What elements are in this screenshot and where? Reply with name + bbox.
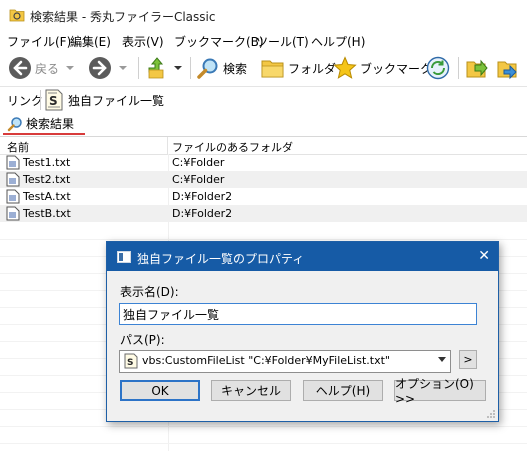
back-button[interactable]: 戻る [8,54,75,82]
copy-folder-icon [466,59,488,78]
file-folder: D:¥Folder2 [172,207,233,220]
table-row[interactable]: TestB.txt D:¥Folder2 [0,205,527,222]
ok-label: OK [151,383,169,398]
file-folder: D:¥Folder2 [172,190,233,203]
bookmark-label: ブックマーク [360,61,433,76]
file-folder: C:¥Folder [172,173,225,186]
options-label: オプション(O) >> [395,377,474,406]
sync-icon [426,56,450,80]
close-icon[interactable]: ✕ [478,248,490,264]
menu-bar: ファイル(F) 編集(E) 表示(V) ブックマーク(B) ツール(T) ヘルプ… [0,31,527,51]
file-folder: C:¥Folder [172,156,225,169]
chevron-down-icon [66,66,75,70]
options-button[interactable]: オプション(O) >> [394,377,486,406]
link-bar: リンク S 独自ファイル一覧 [0,86,527,113]
folder-button[interactable]: フォルダ [261,54,336,82]
svg-text:S: S [127,358,133,368]
toolbar-separator [458,57,459,79]
back-label: 戻る [35,61,60,76]
path-combobox[interactable]: S vbs:CustomFileList "C:¥Folder¥MyFileLi… [119,350,451,373]
help-label: ヘルプ(H) [315,384,371,398]
title-bar: 検索結果 - 秀丸ファイラーClassic [0,0,527,30]
up-folder-button[interactable] [146,54,183,82]
forward-button[interactable] [88,54,128,82]
bookmark-button[interactable]: ブックマーク [333,54,432,82]
link-bar-separator [40,90,41,110]
menu-view[interactable]: 表示(V) [122,33,164,50]
menu-tools[interactable]: ツール(T) [256,33,309,50]
menu-bookmark[interactable]: ブックマーク(B) [174,33,264,50]
star-icon [333,56,357,79]
table-row[interactable]: TestA.txt D:¥Folder2 [0,188,527,205]
display-name-value: 独自ファイル一覧 [123,308,220,322]
script-file-icon: S [45,89,63,111]
chevron-down-icon [119,66,127,70]
text-file-icon [6,155,20,170]
folder-icon [261,60,284,78]
svg-text:S: S [49,94,58,108]
search-label: 検索 [223,61,248,76]
back-arrow-icon [9,57,31,79]
copy-to-button[interactable] [465,54,489,82]
menu-edit[interactable]: 編集(E) [70,33,111,50]
table-row[interactable]: Test1.txt C:¥Folder [0,154,527,171]
chevron-down-icon[interactable] [438,357,446,362]
resize-grip-icon[interactable] [486,409,496,419]
tab-label: 検索結果 [26,117,75,131]
folder-label: フォルダ [288,61,337,76]
script-file-icon: S [124,353,138,369]
display-name-label: 表示名(D): [120,285,179,299]
cancel-label: キャンセル [220,384,281,398]
window-title: 検索結果 - 秀丸ファイラーClassic [30,10,216,24]
column-header-folder[interactable]: ファイルのあるフォルダ [172,139,293,155]
search-button[interactable]: 検索 [196,54,247,82]
forward-arrow-icon [89,57,111,79]
link-item-custom-file-list[interactable]: S 独自ファイル一覧 [44,88,164,112]
window-icon [117,251,131,263]
sync-button[interactable] [426,54,450,82]
help-button[interactable]: ヘルプ(H) [303,380,383,401]
file-name: TestB.txt [23,207,71,220]
list-header: 名前 ファイルのあるフォルダ [0,137,527,155]
link-bar-label: リンク [7,94,44,108]
chevron-down-icon [174,66,182,70]
path-value: vbs:CustomFileList "C:¥Folder¥MyFileList… [142,354,390,367]
column-header-name[interactable]: 名前 [7,139,29,155]
path-label: パス(P): [120,333,165,347]
dialog-title-bar[interactable]: 独自ファイル一覧のプロパティ ✕ [107,242,498,271]
move-to-button[interactable] [496,54,520,82]
search-icon [197,58,218,79]
toolbar-separator [190,57,191,79]
column-divider[interactable] [167,137,168,154]
link-item-label: 独自ファイル一覧 [68,93,165,108]
dialog-title: 独自ファイル一覧のプロパティ [137,252,305,266]
text-file-icon [6,172,20,187]
move-folder-icon [497,61,517,80]
menu-file[interactable]: ファイル(F) [7,33,71,50]
app-folder-icon [9,9,25,22]
up-arrow-icon [148,57,164,79]
browse-label: > [463,353,473,366]
text-file-icon [6,189,20,204]
tab-strip: 検索結果 [0,113,527,135]
tab-search-results[interactable]: 検索結果 [3,114,85,135]
file-name: Test2.txt [23,173,71,186]
row-gridline [0,426,527,427]
menu-help[interactable]: ヘルプ(H) [311,33,365,50]
text-file-icon [6,206,20,221]
file-name: TestA.txt [23,190,71,203]
row-gridline [0,443,527,444]
display-name-field[interactable]: 独自ファイル一覧 [119,303,477,325]
toolbar-separator [138,57,139,79]
table-row[interactable]: Test2.txt C:¥Folder [0,171,527,188]
row-gridline [0,239,527,240]
ok-button[interactable]: OK [120,380,200,401]
properties-dialog: 独自ファイル一覧のプロパティ ✕ 表示名(D): 独自ファイル一覧 パス(P):… [106,241,499,422]
browse-button[interactable]: > [459,350,477,369]
cancel-button[interactable]: キャンセル [211,380,291,401]
toolbar: 戻る 検索 フォルダ ブックマーク [0,51,527,85]
search-icon [7,116,22,131]
file-name: Test1.txt [23,156,71,169]
